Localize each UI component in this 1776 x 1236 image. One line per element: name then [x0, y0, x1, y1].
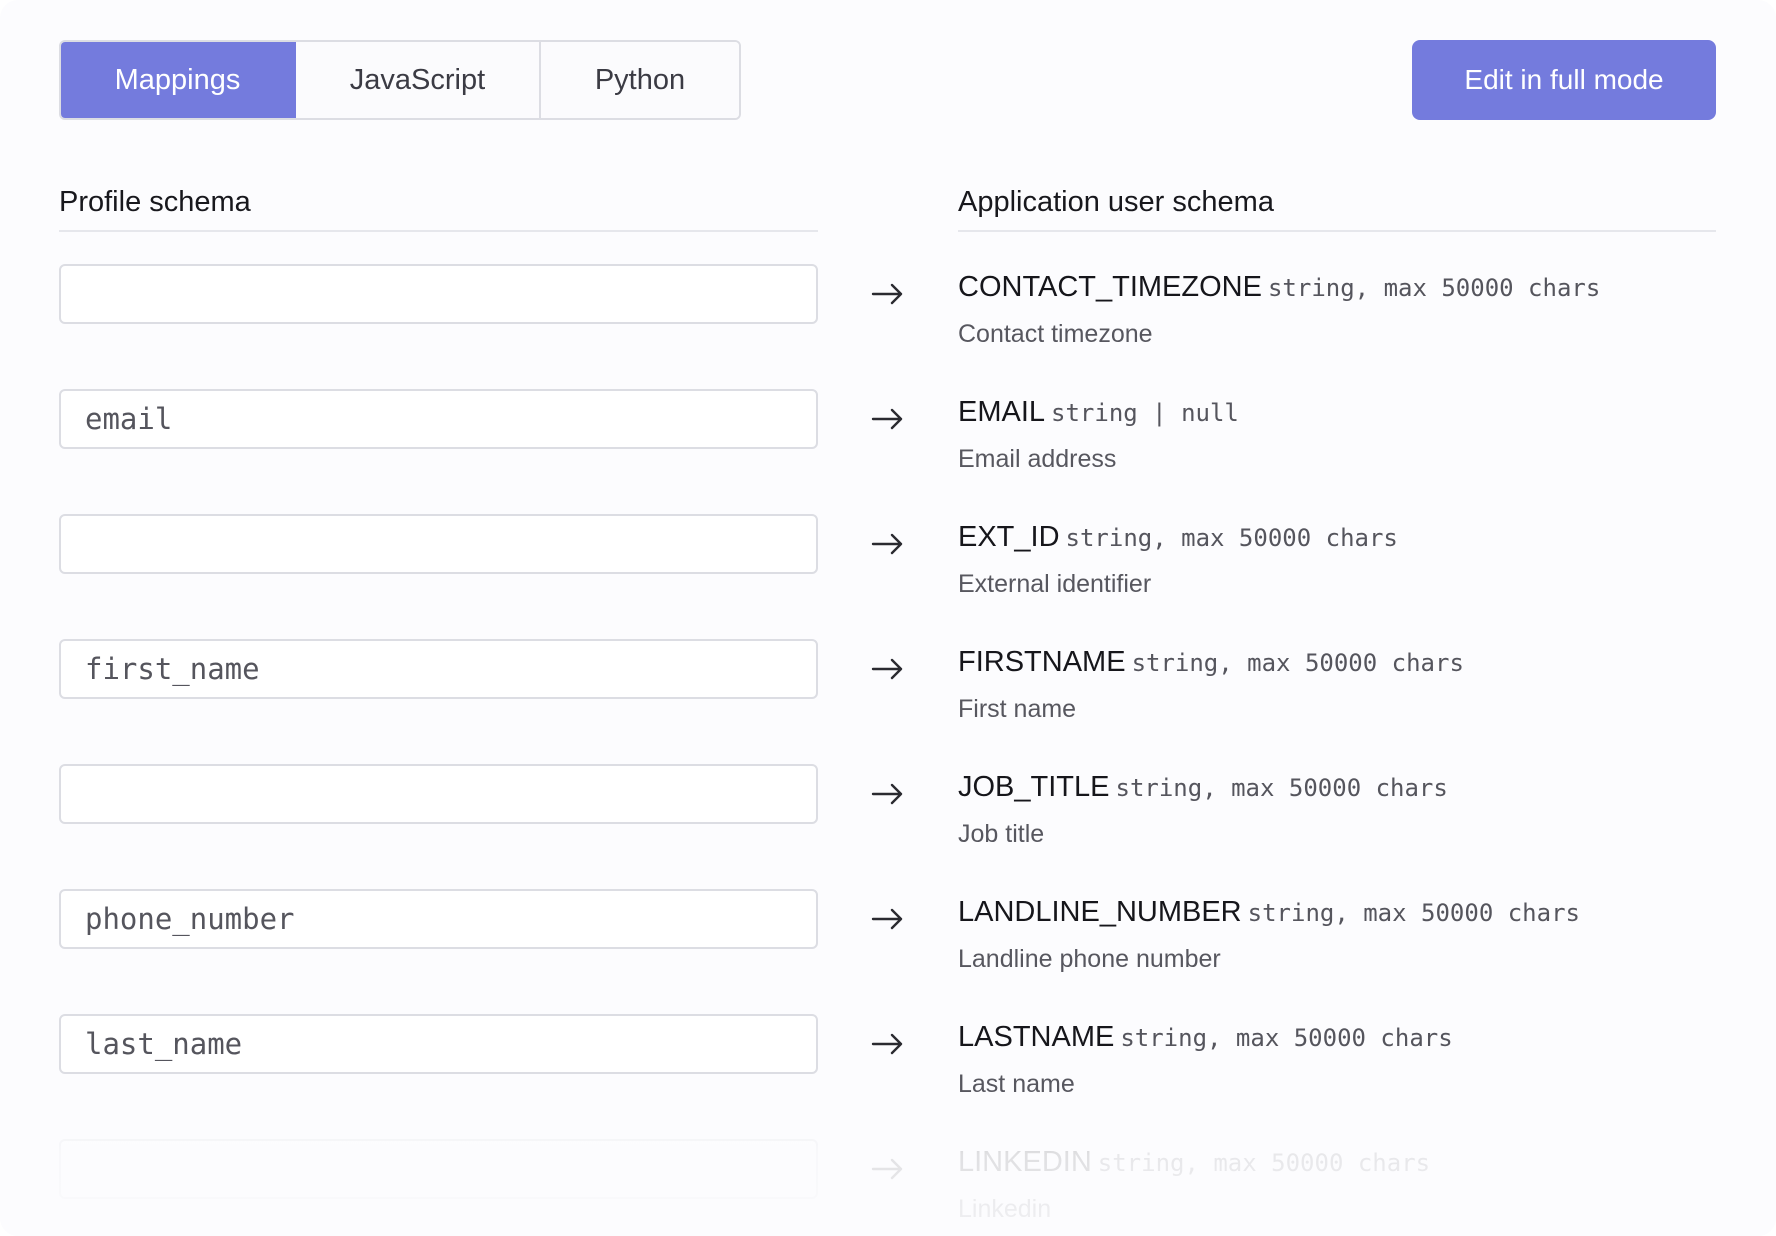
schema-field: EMAIL string | null [958, 396, 1239, 429]
field-description: Landline phone number [958, 945, 1221, 973]
profile-field-input[interactable] [59, 389, 818, 449]
mapping-row: LINKEDIN string, max 50000 chars Linkedin [0, 1139, 1776, 1236]
field-description: Last name [958, 1070, 1075, 1098]
arrow-right-icon [871, 408, 903, 430]
schema-field: LINKEDIN string, max 50000 chars [958, 1146, 1430, 1179]
field-description: Contact timezone [958, 320, 1153, 348]
schema-field: LASTNAME string, max 50000 chars [958, 1021, 1453, 1054]
schema-field: JOB_TITLE string, max 50000 chars [958, 771, 1448, 804]
mapping-row: FIRSTNAMEstring, max 50000 chars First n… [0, 639, 1776, 764]
schema-field: FIRSTNAME string, max 50000 chars [958, 646, 1464, 679]
field-type: string, max 50000 chars [1120, 1024, 1453, 1052]
tab-mappings[interactable]: Mappings [61, 42, 296, 118]
mapping-row: LANDLINE_NUMBERstring, max 50000 chars L… [0, 889, 1776, 1014]
arrow-right-icon [871, 783, 903, 805]
field-description: Email address [958, 445, 1117, 473]
profile-field-input[interactable] [59, 514, 818, 574]
mapping-row: JOB_TITLE string, max 50000 chars Job tit… [0, 764, 1776, 889]
edit-in-full-mode-button[interactable]: Edit in full mode [1412, 40, 1716, 120]
arrow-right-icon [871, 1033, 903, 1055]
field-name: EMAIL [958, 396, 1046, 428]
arrow-right-icon [871, 1158, 903, 1180]
field-type: string, max 50000 chars [1247, 899, 1580, 927]
profile-field-input[interactable] [59, 1014, 818, 1074]
schema-field: LANDLINE_NUMBER string, max 50000 chars [958, 896, 1580, 929]
schema-field: CONTACT_TIMEZONE string, max 50000 chars [958, 271, 1600, 304]
field-name: EXT_ID [958, 521, 1060, 553]
profile-field-input[interactable] [59, 264, 818, 324]
field-type: string, max 50000 chars [1065, 524, 1398, 552]
field-name: LASTNAME [958, 1021, 1115, 1053]
field-name: CONTACT_TIMEZONE [958, 271, 1262, 303]
mapping-row: EXT_ID string, max 50000 chars External i… [0, 514, 1776, 639]
mappings-panel: Mappings JavaScript Python Edit in full … [0, 0, 1776, 1236]
field-type: string, max 50000 chars [1097, 1149, 1431, 1177]
field-description: Job title [958, 820, 1045, 848]
mapping-row: EMAILstring | null Email address [0, 389, 1776, 514]
profile-field-input[interactable] [59, 764, 818, 824]
field-name: JOB_TITLE [958, 771, 1110, 803]
mapping-rows: CONTACT_TIMEZONE string, max 50000 chars … [0, 264, 1776, 1236]
field-name: LINKEDIN [958, 1146, 1092, 1178]
profile-field-input[interactable] [59, 639, 818, 699]
arrow-right-icon [871, 908, 903, 930]
profile-field-input[interactable] [59, 1139, 818, 1199]
field-type: string, max 50000 chars [1267, 274, 1601, 302]
arrow-right-icon [871, 533, 903, 555]
tab-javascript[interactable]: JavaScript [296, 42, 541, 118]
tab-bar: Mappings JavaScript Python [59, 40, 741, 120]
field-type: string, max 50000 chars [1115, 774, 1448, 802]
field-type: string | null [1051, 399, 1239, 427]
profile-schema-heading: Profile schema [59, 184, 818, 232]
schema-field: EXT_ID string, max 50000 chars [958, 521, 1398, 554]
tab-python[interactable]: Python [541, 42, 739, 118]
application-user-schema-heading: Application user schema [958, 184, 1716, 232]
field-description: First name [958, 695, 1077, 723]
mapping-row: CONTACT_TIMEZONE string, max 50000 chars … [0, 264, 1776, 389]
arrow-right-icon [871, 283, 903, 305]
field-name: FIRSTNAME [958, 646, 1126, 678]
field-name: LANDLINE_NUMBER [958, 896, 1242, 928]
field-description: Linkedin [958, 1195, 1052, 1223]
field-type: string, max 50000 chars [1131, 649, 1464, 677]
arrow-right-icon [871, 658, 903, 680]
field-description: External identifier [958, 570, 1152, 598]
profile-field-input[interactable] [59, 889, 818, 949]
mapping-row: LASTNAMEstring, max 50000 chars Last nam… [0, 1014, 1776, 1139]
